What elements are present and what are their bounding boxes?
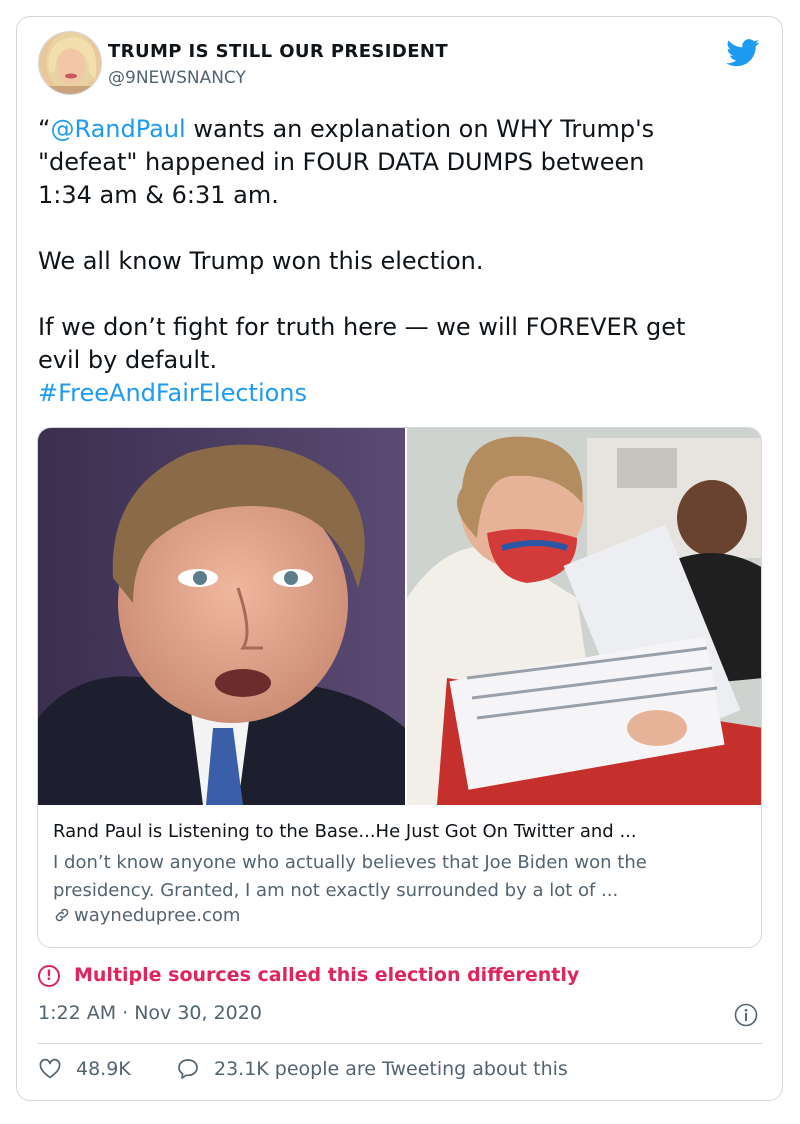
- rand-paul-photo: [38, 428, 405, 805]
- tweet-text: “@RandPaul wants an explanation on WHY T…: [38, 113, 768, 410]
- tweet-line-2: "defeat" happened in FOUR DATA DUMPS bet…: [38, 148, 645, 176]
- speech-bubble-icon[interactable]: [176, 1057, 200, 1081]
- conversation-action[interactable]: 23.1K people are Tweeting about this: [176, 1057, 568, 1081]
- hashtag-link[interactable]: #FreeAndFairElections: [38, 377, 768, 410]
- election-notice[interactable]: ! Multiple sources called this election d…: [38, 964, 579, 987]
- twitter-bird-icon[interactable]: [726, 39, 760, 67]
- open-quote: “: [38, 115, 51, 143]
- tweet-line-5: If we don’t fight for truth here — we wi…: [38, 313, 686, 341]
- link-preview-image[interactable]: [38, 428, 761, 805]
- link-preview-domain[interactable]: waynedupree.com: [53, 905, 240, 926]
- tweet-line-1-rest: wants an explanation on WHY Trump's: [185, 115, 655, 143]
- like-count[interactable]: 48.9K: [76, 1058, 131, 1080]
- heart-icon[interactable]: [38, 1057, 62, 1081]
- author-display-name[interactable]: TRUMP IS STILL OUR PRESIDENT: [108, 41, 448, 62]
- tweet-timestamp[interactable]: 1:22 AM · Nov 30, 2020: [38, 1002, 262, 1024]
- mention-link[interactable]: @RandPaul: [50, 115, 185, 143]
- tweet-line-4: We all know Trump won this election.: [38, 247, 484, 275]
- link-preview-title[interactable]: Rand Paul is Listening to the Base...He …: [53, 821, 637, 842]
- tweet-line-1: “@RandPaul wants an explanation on WHY T…: [38, 113, 768, 146]
- link-domain-text[interactable]: waynedupree.com: [74, 905, 240, 926]
- divider: [38, 1043, 762, 1044]
- link-preview-description: I don’t know anyone who actually believe…: [53, 852, 647, 901]
- like-action[interactable]: 48.9K: [38, 1057, 131, 1081]
- info-icon[interactable]: [734, 1003, 758, 1027]
- link-icon: [55, 908, 69, 922]
- tweet-line-6: evil by default.: [38, 346, 218, 374]
- ballot-counting-photo: [407, 428, 761, 805]
- link-preview-card[interactable]: Rand Paul is Listening to the Base...He …: [37, 427, 762, 948]
- tweet-card[interactable]: TRUMP IS STILL OUR PRESIDENT @9NEWSNANCY…: [16, 16, 783, 1101]
- author-handle[interactable]: @9NEWSNANCY: [108, 68, 246, 88]
- tweet-line-3: 1:34 am & 6:31 am.: [38, 181, 279, 209]
- conversation-text[interactable]: 23.1K people are Tweeting about this: [214, 1058, 568, 1080]
- election-notice-text[interactable]: Multiple sources called this election di…: [74, 964, 579, 986]
- exclamation-circle-icon: !: [38, 965, 60, 987]
- avatar[interactable]: [38, 31, 102, 95]
